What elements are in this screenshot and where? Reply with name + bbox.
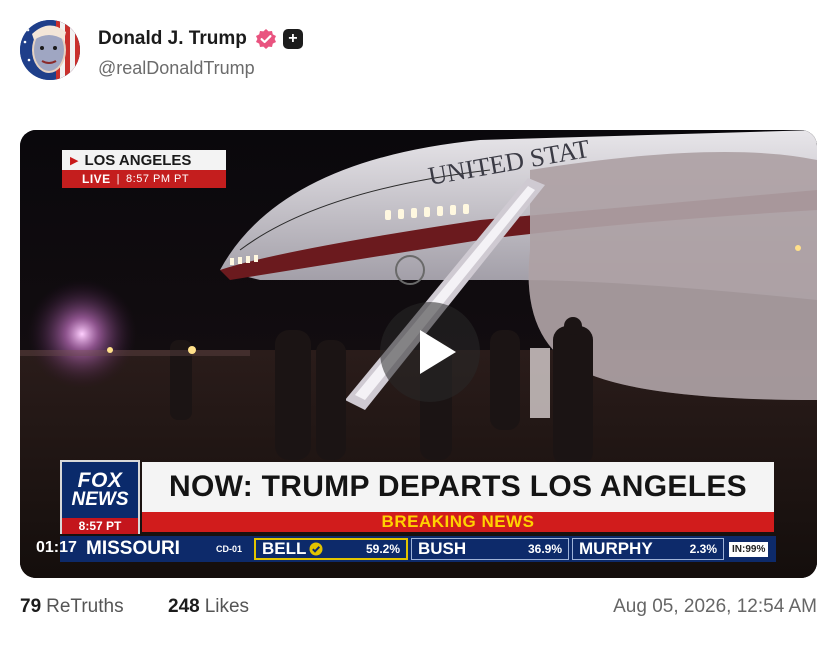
post-footer: 79 ReTruths 248 Likes Aug 05, 2026, 12:54 … bbox=[20, 596, 817, 620]
play-icon bbox=[420, 330, 456, 374]
candidate-percent: 2.3% bbox=[689, 542, 717, 556]
network-time: 8:57 PT bbox=[62, 518, 138, 534]
likes-count: 248 bbox=[168, 596, 200, 617]
video-player[interactable]: UNITED STAT ▶ LOS ANGELES LIVE | 8:57 PM… bbox=[20, 130, 817, 578]
live-label: LIVE bbox=[82, 172, 111, 186]
divider: | bbox=[116, 173, 121, 185]
retruths-count: 79 bbox=[20, 596, 42, 617]
ticker-candidate: BELL 59.2% bbox=[254, 538, 408, 560]
network-name-line2: NEWS bbox=[71, 488, 129, 510]
plus-badge-icon: + bbox=[282, 29, 303, 49]
ticker-candidate: MURPHY 2.3% bbox=[572, 538, 724, 560]
avatar[interactable] bbox=[20, 20, 80, 80]
play-button[interactable] bbox=[380, 302, 480, 402]
network-logo: FOX NEWS 8:57 PT bbox=[60, 460, 140, 534]
author-handle[interactable]: @realDonaldTrump bbox=[98, 58, 255, 79]
retruths-label: ReTruths bbox=[46, 596, 124, 617]
candidate-percent: 36.9% bbox=[527, 542, 562, 556]
ticker-candidate: BUSH 36.9% bbox=[411, 538, 569, 560]
network-name-line1: FOX bbox=[77, 469, 123, 492]
likes-label: Likes bbox=[204, 596, 250, 617]
ticker-reporting: IN:99% bbox=[729, 541, 769, 557]
candidate-percent: 59.2% bbox=[365, 542, 400, 556]
live-time: 8:57 PM PT bbox=[126, 173, 190, 185]
candidate-name: BUSH bbox=[418, 539, 467, 558]
news-headline: NOW: TRUMP DEPARTS LOS ANGELES bbox=[142, 462, 774, 512]
candidate-name: MURPHY bbox=[579, 539, 653, 558]
location-label: LOS ANGELES bbox=[84, 151, 192, 169]
live-indicator-icon: ▶ bbox=[70, 154, 79, 167]
post-header: Donald J. Trump + @realDonaldTrump bbox=[20, 20, 820, 82]
ticker-district: CD-01 bbox=[216, 544, 243, 554]
post-timestamp[interactable]: Aug 05, 2026, 12:54 AM bbox=[613, 596, 817, 618]
location-banner: ▶ LOS ANGELES LIVE | 8:57 PM PT bbox=[62, 150, 226, 188]
author-row: Donald J. Trump + bbox=[98, 28, 303, 50]
election-ticker: MISSOURI CD-01 BELL 59.2% BUSH 36.9% MUR… bbox=[60, 536, 776, 562]
check-icon bbox=[309, 542, 323, 556]
ticker-state: MISSOURI bbox=[86, 538, 180, 559]
video-timecode: 01:17 bbox=[36, 539, 77, 556]
likes-link[interactable]: 248 Likes bbox=[168, 596, 249, 618]
verified-badge-icon bbox=[255, 28, 277, 50]
candidate-name: BELL bbox=[262, 539, 307, 558]
retruths-link[interactable]: 79 ReTruths bbox=[20, 596, 124, 618]
author-name[interactable]: Donald J. Trump bbox=[98, 28, 247, 50]
breaking-news-bar: BREAKING NEWS bbox=[142, 512, 774, 532]
